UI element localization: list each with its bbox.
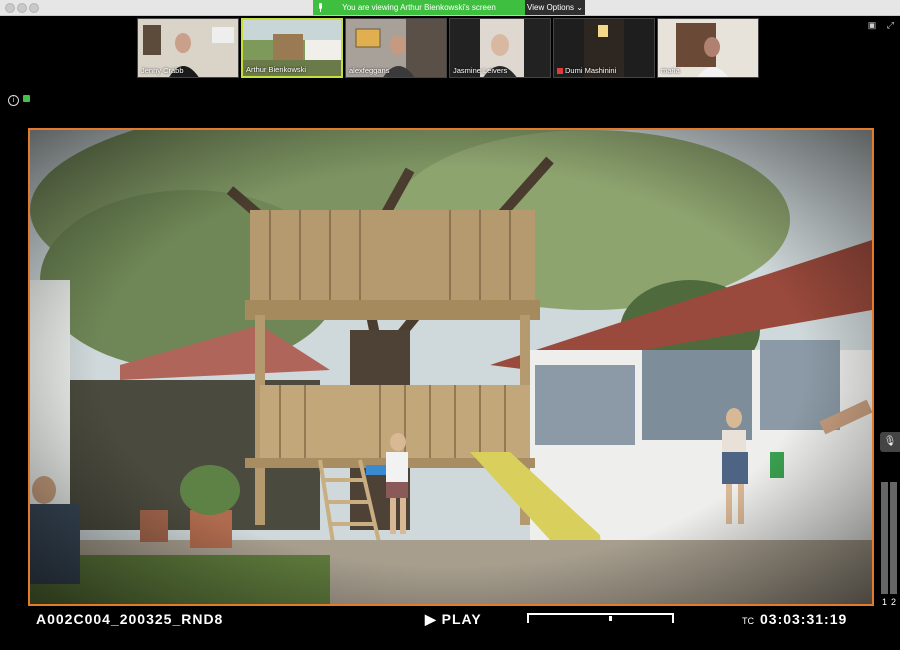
- participant-tile[interactable]: Jasmine Leivers: [449, 18, 551, 78]
- banner-text: You are viewing Arthur Bienkowski's scre…: [342, 3, 496, 12]
- progress-marker: [608, 616, 612, 621]
- participant-gallery: Jenny Crabb Arthur Bienkowski alexfeggan…: [137, 18, 759, 78]
- participant-tile[interactable]: Arthur Bienkowski: [241, 18, 343, 78]
- microphone-icon[interactable]: 🎙: [880, 432, 900, 452]
- share-status-icon: [319, 3, 322, 12]
- clip-id: A002C004_200325_RND8: [36, 611, 224, 627]
- view-options-button[interactable]: View Options ⌄: [525, 0, 585, 15]
- participant-name: Jasmine Leivers: [453, 66, 508, 75]
- close-window-button[interactable]: [5, 3, 15, 13]
- participant-name: Arthur Bienkowski: [246, 65, 307, 74]
- lock-icon[interactable]: [23, 95, 30, 102]
- participant-tile[interactable]: alexfeggans: [345, 18, 447, 78]
- participant-tile[interactable]: Jenny Crabb: [137, 18, 239, 78]
- meter-label-right: 2: [891, 597, 897, 607]
- play-status: ▶ PLAY: [425, 611, 482, 628]
- participant-name: alexfeggans: [349, 66, 390, 75]
- participant-name: Dumi Mashinini: [557, 66, 616, 75]
- shared-screen-view[interactable]: [28, 128, 874, 606]
- play-icon: ▶: [425, 611, 437, 627]
- minimize-window-button[interactable]: [17, 3, 27, 13]
- view-options-label: View Options: [527, 3, 575, 12]
- playback-progress: [527, 613, 674, 623]
- screen-share-banner: You are viewing Arthur Bienkowski's scre…: [313, 0, 525, 15]
- video-frame: [30, 130, 872, 604]
- muted-mic-icon: [557, 68, 563, 75]
- meter-label-left: 1: [882, 597, 888, 607]
- zoom-window-button[interactable]: [29, 3, 39, 13]
- participant-name: Jenny Crabb: [141, 66, 184, 75]
- audio-meter-right: [890, 482, 897, 594]
- timecode-label: TC: [742, 616, 754, 626]
- audio-meter-left: [881, 482, 888, 594]
- info-icon[interactable]: i: [8, 95, 19, 106]
- participant-name: maria: [661, 66, 680, 75]
- participant-tile[interactable]: maria: [657, 18, 759, 78]
- fullscreen-icon[interactable]: ⤢: [887, 20, 894, 31]
- play-label: PLAY: [441, 611, 482, 627]
- timecode: 03:03:31:19: [760, 611, 848, 627]
- window-controls: ▣ ⤢: [860, 20, 894, 31]
- chevron-down-icon: ⌄: [576, 3, 583, 12]
- participant-tile[interactable]: Dumi Mashinini: [553, 18, 655, 78]
- gallery-view-icon[interactable]: ▣: [868, 20, 877, 31]
